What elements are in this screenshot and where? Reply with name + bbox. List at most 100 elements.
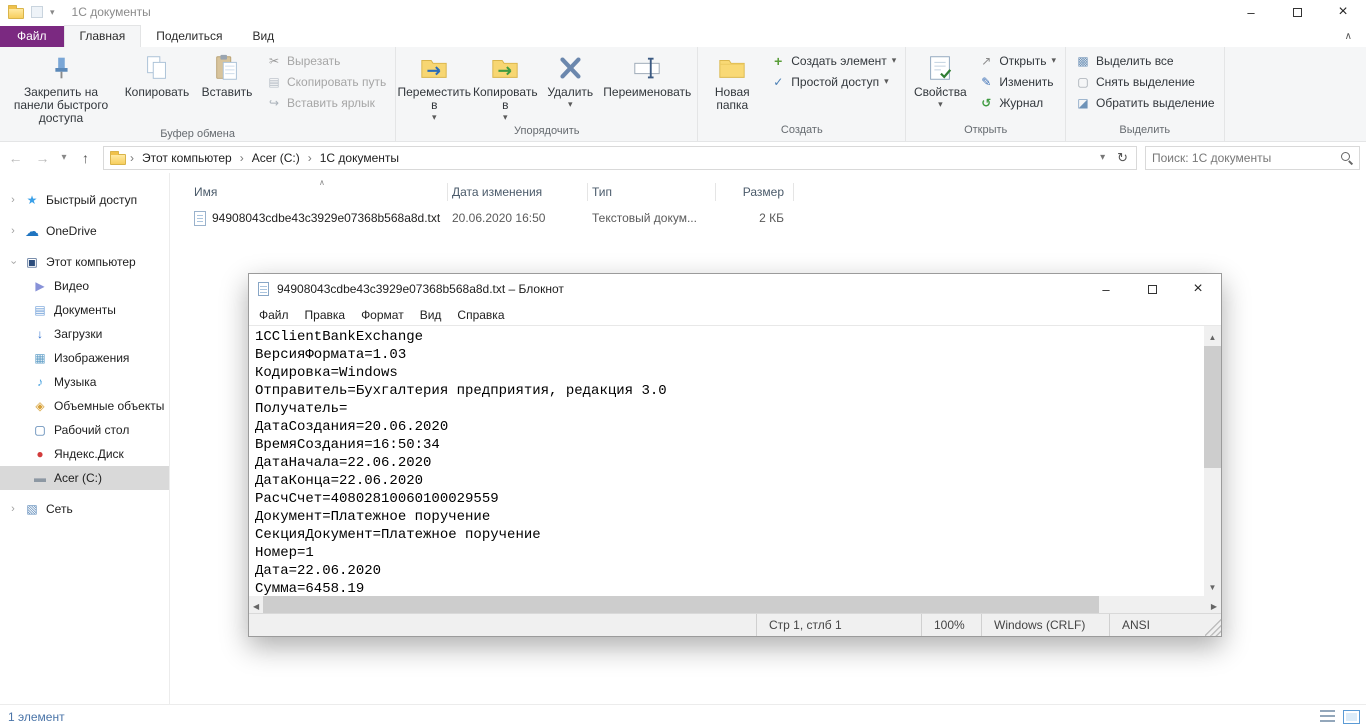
resize-grip[interactable]: [1205, 614, 1221, 636]
select-none-button[interactable]: Снять выделение: [1069, 71, 1221, 92]
sidebar-item[interactable]: Документы: [0, 298, 169, 322]
details-view-button[interactable]: [1320, 710, 1335, 723]
tab-home[interactable]: Главная: [64, 25, 142, 47]
minimize-icon: [1102, 283, 1109, 296]
copy-to-button[interactable]: Копировать в: [470, 49, 540, 123]
notepad-maximize-button[interactable]: [1129, 274, 1175, 304]
customize-quick-access-icon[interactable]: [50, 8, 55, 17]
menu-item[interactable]: Файл: [251, 306, 297, 324]
scroll-left-icon[interactable]: [249, 599, 263, 611]
menu-item[interactable]: Справка: [449, 306, 512, 324]
quick-access-button-1[interactable]: [31, 6, 43, 18]
vertical-scrollbar-thumb[interactable]: [1204, 346, 1221, 468]
address-bar[interactable]: Этот компьютер Acer (C:) 1С документы: [103, 146, 1137, 170]
column-separator[interactable]: [793, 183, 794, 201]
easy-access-button[interactable]: Простой доступ: [764, 71, 902, 92]
up-button[interactable]: [72, 146, 99, 170]
file-row[interactable]: 94908043cdbe43c3929e07368b568a8d.txt 20.…: [190, 207, 1366, 229]
expander-icon[interactable]: [8, 257, 18, 268]
select-all-button[interactable]: Выделить все: [1069, 50, 1221, 71]
notepad-minimize-button[interactable]: [1083, 274, 1129, 304]
sidebar-item[interactable]: Яндекс.Диск: [0, 442, 169, 466]
notepad-close-button[interactable]: [1175, 274, 1221, 304]
copy-button[interactable]: Копировать: [120, 49, 194, 126]
collapse-ribbon-icon[interactable]: [1345, 29, 1352, 42]
large-icons-view-button[interactable]: [1343, 710, 1360, 724]
sidebar-item[interactable]: Изображения: [0, 346, 169, 370]
history-button[interactable]: Журнал: [972, 92, 1062, 113]
close-button[interactable]: [1320, 0, 1366, 24]
invert-selection-label: Обратить выделение: [1096, 96, 1215, 110]
address-dropdown-icon[interactable]: [1096, 153, 1109, 163]
ribbon-group-open: Свойства Открыть Изменить Жу: [906, 47, 1066, 141]
sidebar-item[interactable]: Загрузки: [0, 322, 169, 346]
move-to-button[interactable]: Переместить в: [399, 49, 469, 123]
open-button[interactable]: Открыть: [972, 50, 1062, 71]
tab-file[interactable]: Файл: [0, 26, 64, 47]
breadcrumb-item[interactable]: 1С документы: [314, 149, 405, 167]
sidebar-item[interactable]: Музыка: [0, 370, 169, 394]
address-folder-icon: [110, 154, 126, 165]
close-icon: [1193, 281, 1202, 297]
search-input[interactable]: [1146, 151, 1339, 165]
paste-button[interactable]: Вставить: [195, 49, 259, 126]
sidebar-item-label: Документы: [54, 303, 116, 317]
sidebar-item[interactable]: Acer (C:): [0, 466, 169, 490]
notepad-text-area[interactable]: 1CClientBankExchangeВерсияФормата=1.03Ко…: [249, 326, 1204, 596]
tab-view[interactable]: Вид: [237, 26, 289, 47]
sidebar-item[interactable]: Этот компьютер: [0, 250, 169, 274]
forward-button[interactable]: [29, 146, 56, 170]
recent-locations-icon[interactable]: [56, 146, 72, 170]
sidebar-item[interactable]: OneDrive: [0, 219, 169, 243]
refresh-icon[interactable]: [1113, 151, 1132, 164]
sidebar-item[interactable]: Рабочий стол: [0, 418, 169, 442]
tab-share[interactable]: Поделиться: [141, 26, 237, 47]
expander-icon[interactable]: [8, 226, 18, 237]
sidebar-item-icon: [32, 279, 48, 293]
column-header-type[interactable]: Тип: [588, 179, 716, 205]
maximize-button[interactable]: [1274, 0, 1320, 24]
sidebar-item[interactable]: Видео: [0, 274, 169, 298]
rename-button[interactable]: Переименовать: [600, 49, 694, 123]
sidebar-item[interactable]: Быстрый доступ: [0, 188, 169, 212]
horizontal-scrollbar[interactable]: [249, 596, 1221, 613]
text-line: РасчСчет=40802810060100029559: [255, 490, 1200, 508]
paste-shortcut-button[interactable]: Вставить ярлык: [260, 92, 392, 113]
expander-icon[interactable]: [8, 504, 18, 515]
open-icon: [978, 53, 994, 69]
column-header-size[interactable]: Размер: [716, 179, 794, 205]
vertical-scrollbar[interactable]: [1204, 326, 1221, 596]
back-button[interactable]: [2, 146, 29, 170]
breadcrumb-item[interactable]: Этот компьютер: [136, 149, 238, 167]
search-icon[interactable]: [1339, 150, 1355, 166]
copy-path-button[interactable]: Скопировать путь: [260, 71, 392, 92]
breadcrumb-item[interactable]: Acer (C:): [246, 149, 306, 167]
scroll-right-icon[interactable]: [1207, 599, 1221, 611]
new-folder-button[interactable]: Новая папка: [701, 49, 763, 122]
expander-icon[interactable]: [8, 195, 18, 206]
minimize-button[interactable]: [1228, 0, 1274, 24]
sidebar-item[interactable]: Объемные объекты: [0, 394, 169, 418]
column-headers: Имя Дата изменения Тип Размер: [190, 179, 1366, 205]
menu-item[interactable]: Вид: [412, 306, 450, 324]
sidebar-item[interactable]: Сеть: [0, 497, 169, 521]
restore-icon: [1293, 8, 1302, 17]
menu-item[interactable]: Правка: [297, 306, 354, 324]
menu-item[interactable]: Формат: [353, 306, 412, 324]
horizontal-scrollbar-thumb[interactable]: [263, 596, 1099, 613]
text-line: ДатаНачала=22.06.2020: [255, 454, 1200, 472]
select-all-label: Выделить все: [1096, 54, 1174, 68]
notepad-titlebar[interactable]: 94908043cdbe43c3929e07368b568a8d.txt – Б…: [249, 274, 1221, 304]
new-item-button[interactable]: Создать элемент: [764, 50, 902, 71]
cut-button[interactable]: Вырезать: [260, 50, 392, 71]
invert-selection-button[interactable]: Обратить выделение: [1069, 92, 1221, 113]
column-header-modified[interactable]: Дата изменения: [448, 179, 588, 205]
column-header-name[interactable]: Имя: [190, 179, 448, 205]
scroll-up-icon[interactable]: [1209, 326, 1217, 346]
scroll-down-icon[interactable]: [1209, 576, 1217, 596]
properties-button[interactable]: Свойства: [909, 49, 971, 122]
zoom-level[interactable]: 100%: [921, 614, 981, 636]
pin-to-quick-access-button[interactable]: Закрепить на панели быстрого доступа: [3, 49, 119, 126]
edit-button[interactable]: Изменить: [972, 71, 1062, 92]
delete-button[interactable]: Удалить: [541, 49, 599, 123]
